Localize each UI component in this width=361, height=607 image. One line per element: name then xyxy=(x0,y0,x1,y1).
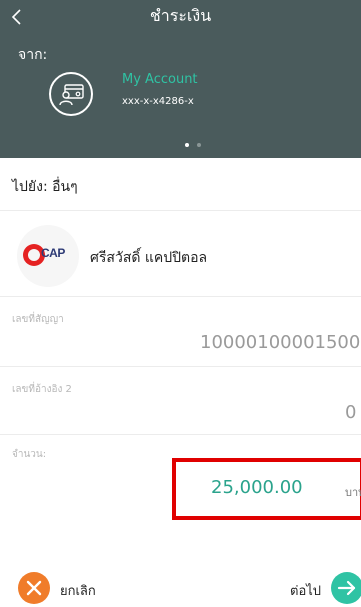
page-dot-active xyxy=(185,143,189,147)
reference2-label: เลขที่อ้างอิง 2 xyxy=(12,384,72,395)
divider xyxy=(0,434,361,435)
currency-unit: บาท xyxy=(345,486,361,499)
account-card-icon xyxy=(49,72,93,116)
account-number: xxx-x-x4286-x xyxy=(122,96,194,107)
close-icon xyxy=(18,572,50,604)
account-name[interactable]: My Account xyxy=(122,72,198,87)
divider xyxy=(0,366,361,367)
contract-number-field[interactable]: 10000100001500 xyxy=(200,332,360,353)
amount-label: จำนวน: xyxy=(12,449,47,460)
amount-field[interactable]: 25,000.00 xyxy=(211,477,303,498)
next-label: ต่อไป xyxy=(290,584,322,599)
cancel-button[interactable]: ยกเลิก xyxy=(18,572,118,606)
to-label: ไปยัง: อื่นๆ xyxy=(12,179,78,195)
page-title: ชำระเงิน xyxy=(149,6,212,25)
logo-text: CAP xyxy=(41,246,65,260)
next-button[interactable]: ต่อไป xyxy=(290,572,361,606)
contract-number-label: เลขที่สัญญา xyxy=(12,314,64,325)
divider xyxy=(0,296,361,297)
payment-screen: ชำระเงิน จาก: My Account xxx-x-x4286-x ไ… xyxy=(0,0,361,607)
biller-logo: CAP xyxy=(17,225,79,287)
arrow-right-icon xyxy=(331,572,361,604)
page-dot-inactive xyxy=(197,143,201,147)
page-indicator xyxy=(173,143,213,149)
biller-name: ศรีสวัสดิ์ แคปปิตอล xyxy=(90,250,208,266)
cancel-label: ยกเลิก xyxy=(60,584,96,599)
from-label: จาก: xyxy=(18,47,48,63)
header: ชำระเงิน จาก: My Account xxx-x-x4286-x xyxy=(0,0,361,158)
divider xyxy=(0,210,361,211)
reference2-field[interactable]: 0 xyxy=(345,402,356,423)
